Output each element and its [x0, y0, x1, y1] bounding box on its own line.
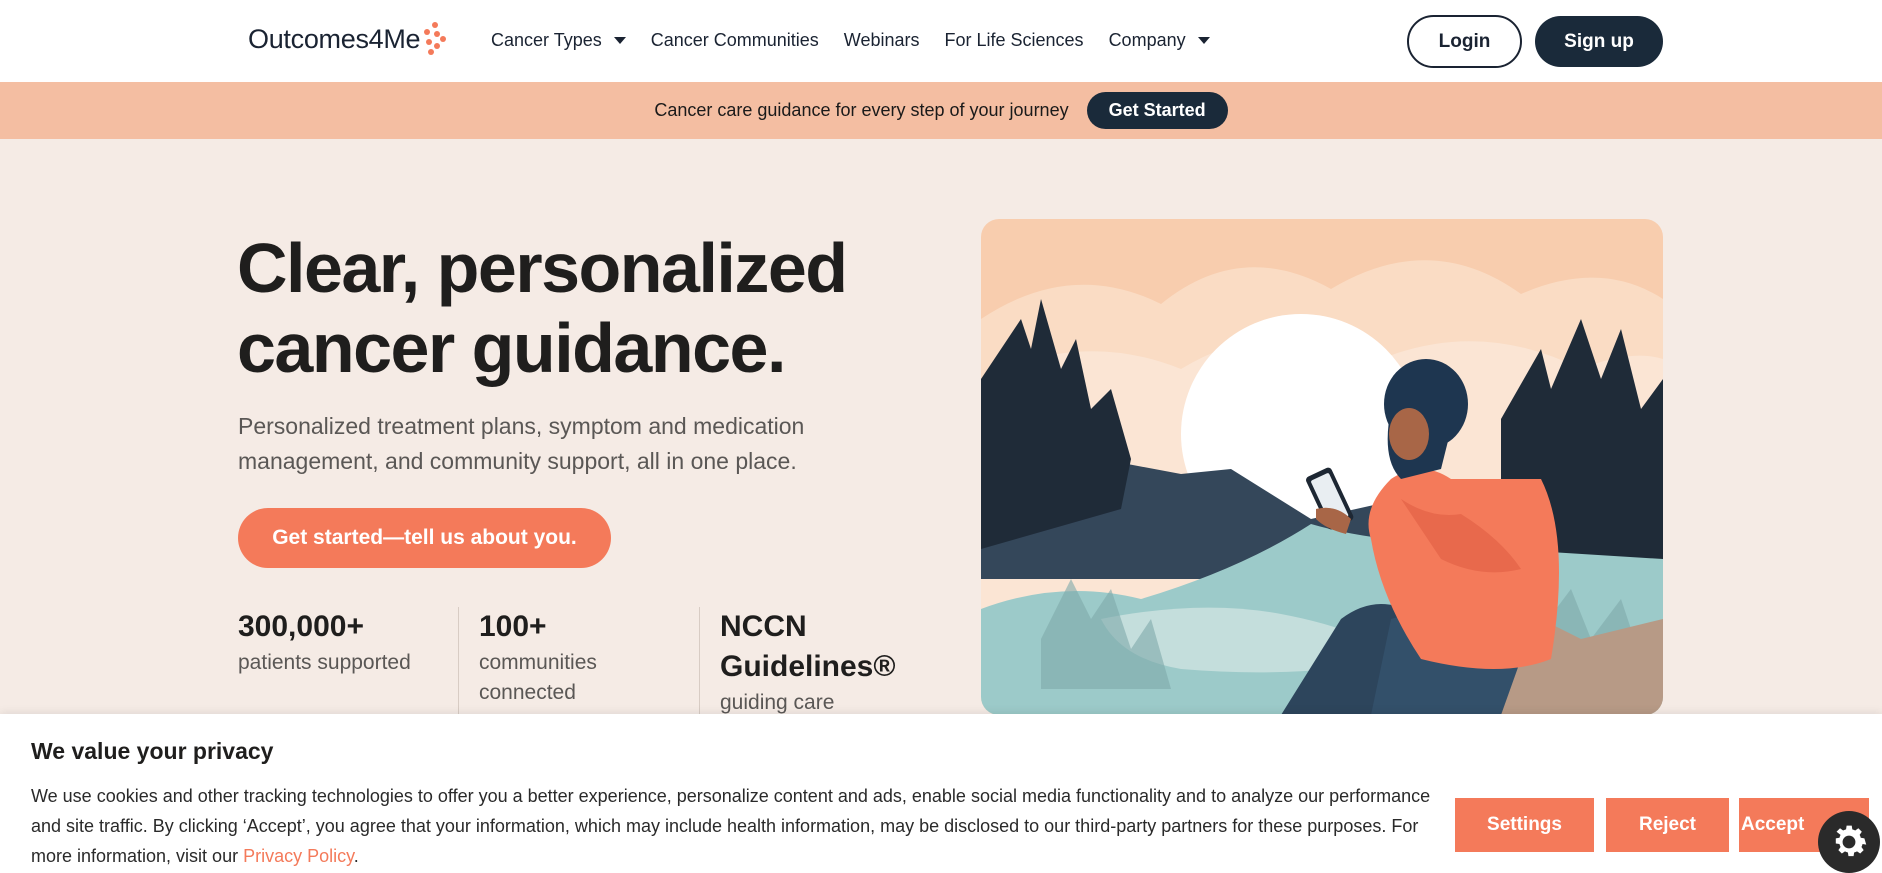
- main-nav: Cancer Types Cancer Communities Webinars…: [491, 30, 1235, 51]
- nav-cancer-types[interactable]: Cancer Types: [491, 30, 626, 51]
- stat-value: 300,000+: [238, 610, 364, 643]
- caret-down-icon: [1197, 37, 1210, 44]
- promo-banner: Cancer care guidance for every step of y…: [0, 82, 1882, 139]
- cookie-settings-button[interactable]: Settings: [1455, 798, 1594, 852]
- caret-down-icon: [613, 37, 626, 44]
- banner-text: Cancer care guidance for every step of y…: [654, 100, 1069, 120]
- cookie-reject-button[interactable]: Reject: [1606, 798, 1729, 852]
- hero-title-line2: cancer guidance.: [237, 309, 786, 387]
- cookie-accept-label: Accept: [1741, 814, 1805, 835]
- stat-communities: 100+ communities connected: [479, 607, 629, 708]
- nav-life-sciences-label: For Life Sciences: [944, 30, 1084, 50]
- logo-dots-icon: [424, 22, 447, 56]
- stat-value: 100+: [479, 610, 547, 643]
- hero-cta-button[interactable]: Get started—tell us about you.: [238, 508, 611, 568]
- logo-text: Outcomes4Me: [248, 23, 421, 54]
- hero-illustration: [981, 219, 1663, 715]
- cookie-text: We use cookies and other tracking techno…: [31, 781, 1431, 871]
- cookie-consent-panel: We value your privacy We use cookies and…: [0, 714, 1882, 873]
- nav-company-label: Company: [1108, 30, 1186, 50]
- banner-get-started-button[interactable]: Get Started: [1086, 92, 1228, 129]
- gear-icon[interactable]: [1818, 811, 1880, 873]
- site-header: Outcomes4Me Cancer Types Cancer Communit…: [0, 0, 1882, 82]
- stat-value-line2: Guidelines®: [720, 650, 896, 683]
- nav-cancer-types-label: Cancer Types: [491, 30, 602, 50]
- hero-subtitle: Personalized treatment plans, symptom an…: [238, 413, 805, 474]
- cookie-body: We use cookies and other tracking techno…: [31, 786, 1431, 866]
- hero-title-line1: Clear, personalized: [237, 229, 848, 307]
- cookie-title: We value your privacy: [31, 738, 274, 764]
- stat-divider: [458, 607, 459, 717]
- stat-patients: 300,000+ patients supported: [238, 607, 438, 678]
- hero-title: Clear, personalized cancer guidance.: [237, 228, 937, 388]
- stat-value-line1: NCCN: [720, 610, 807, 643]
- nav-life-sciences[interactable]: For Life Sciences: [945, 30, 1084, 51]
- privacy-policy-link[interactable]: Privacy Policy: [243, 846, 354, 866]
- logo[interactable]: Outcomes4Me: [248, 22, 447, 56]
- nav-webinars-label: Webinars: [843, 30, 920, 50]
- nav-cancer-communities[interactable]: Cancer Communities: [651, 30, 819, 51]
- stat-label: patients supported: [238, 651, 411, 674]
- cookie-body-end: .: [353, 846, 359, 866]
- stat-label: communities connected: [479, 651, 597, 704]
- stat-divider: [699, 607, 700, 717]
- nav-company[interactable]: Company: [1109, 30, 1210, 51]
- nav-webinars[interactable]: Webinars: [844, 30, 920, 51]
- signup-button[interactable]: Sign up: [1535, 16, 1663, 67]
- stat-guidelines: NCCN Guidelines® guiding care: [720, 607, 895, 718]
- login-button[interactable]: Login: [1407, 15, 1522, 68]
- nav-cancer-communities-label: Cancer Communities: [650, 30, 819, 50]
